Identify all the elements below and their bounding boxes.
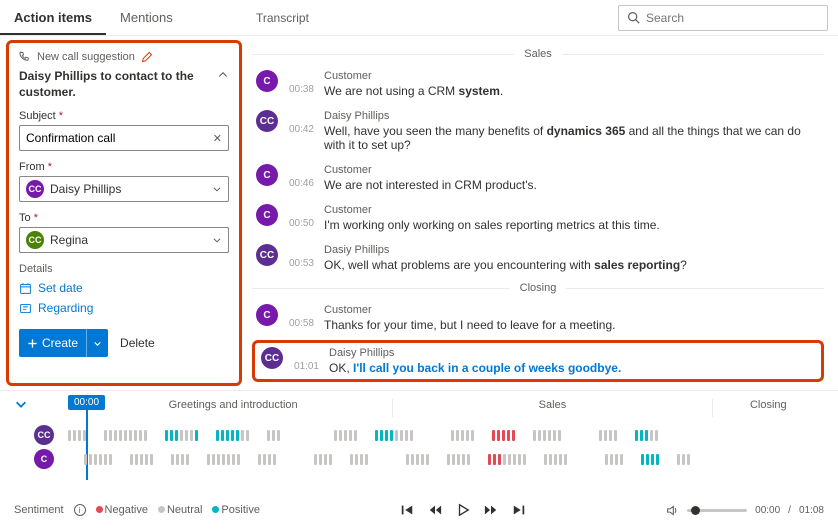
from-value: Daisy Phillips <box>50 182 121 196</box>
transcript-row[interactable]: C 00:38 Customer We are not using a CRM sys… <box>252 64 824 104</box>
msg-time: 00:50 <box>288 218 314 232</box>
regarding-icon <box>19 302 32 315</box>
msg-text: OK, I'll call you back in a couple of we… <box>329 361 815 375</box>
subject-input[interactable] <box>26 131 213 145</box>
tl-avatar-cust: C <box>34 449 54 469</box>
transcript-panel: Sales C 00:38 Customer We are not using a C… <box>248 36 838 390</box>
speaker-avatar: CC <box>261 347 283 369</box>
msg-text: We are not using a CRM system. <box>324 84 820 98</box>
delete-link[interactable]: Delete <box>120 336 155 350</box>
skip-fwd-icon[interactable] <box>512 503 526 517</box>
msg-time: 00:46 <box>288 178 314 192</box>
speaker-avatar: C <box>256 70 278 92</box>
msg-speaker: Customer <box>324 304 820 316</box>
speaker-avatar: CC <box>256 244 278 266</box>
subject-label: Subject * <box>19 110 229 122</box>
msg-text: We are not interested in CRM product's. <box>324 178 820 192</box>
subject-field[interactable]: ✕ <box>19 125 229 151</box>
tl-track-cust[interactable] <box>68 453 824 465</box>
tl-section: Greetings and introduction <box>74 399 392 417</box>
timeline: 00:00 Greetings and introduction Sales C… <box>0 390 838 490</box>
transcript-row[interactable]: CC 00:53 Dasiy Phillips OK, well what probl… <box>252 238 824 278</box>
tl-section: Closing <box>712 399 824 417</box>
volume-icon[interactable] <box>666 504 679 517</box>
search-icon <box>627 11 640 24</box>
msg-speaker: Customer <box>324 164 820 176</box>
msg-speaker: Daisy Phillips <box>329 347 815 359</box>
search-box[interactable] <box>618 5 828 31</box>
msg-time: 00:38 <box>288 84 314 98</box>
speaker-avatar: C <box>256 304 278 326</box>
transcript-row[interactable]: C 00:46 Customer We are not interested in C… <box>252 158 824 198</box>
transcript-row[interactable]: CC 00:42 Daisy Phillips Well, have you seen… <box>252 104 824 158</box>
from-field[interactable]: CC Daisy Phillips <box>19 176 229 202</box>
chevron-up-icon[interactable] <box>217 69 229 81</box>
msg-text: OK, well what problems are you encounter… <box>324 258 820 272</box>
from-label: From * <box>19 161 229 173</box>
to-value: Regina <box>50 233 88 247</box>
suggestion-label: New call suggestion <box>37 51 135 63</box>
msg-speaker: Customer <box>324 204 820 216</box>
calendar-icon <box>19 282 32 295</box>
info-icon[interactable]: i <box>74 504 86 516</box>
time-total: 01:08 <box>799 505 824 516</box>
create-split[interactable] <box>86 329 108 357</box>
speaker-avatar: C <box>256 164 278 186</box>
to-avatar: CC <box>26 231 44 249</box>
msg-time: 00:53 <box>288 258 314 272</box>
msg-speaker: Customer <box>324 70 820 82</box>
msg-speaker: Dasiy Phillips <box>324 244 820 256</box>
set-date-link[interactable]: Set date <box>19 281 229 295</box>
phone-icon <box>19 51 31 63</box>
tab-action-items[interactable]: Action items <box>0 0 106 35</box>
skip-back-icon[interactable] <box>400 503 414 517</box>
tl-section: Sales <box>392 399 711 417</box>
search-input[interactable] <box>646 11 819 25</box>
transcript-title: Transcript <box>256 11 309 25</box>
speaker-avatar: CC <box>256 110 278 132</box>
player-controls <box>400 503 526 517</box>
msg-time: 01:01 <box>293 361 319 375</box>
tl-avatar-rep: CC <box>34 425 54 445</box>
forward-icon[interactable] <box>484 503 498 517</box>
msg-text: Thanks for your time, but I need to leav… <box>324 318 820 332</box>
chevron-down-icon[interactable] <box>14 397 28 411</box>
to-label: To * <box>19 212 229 224</box>
edit-icon[interactable] <box>141 51 153 63</box>
footer: Sentiment i Negative Neutral Positive 00… <box>0 490 838 530</box>
speaker-avatar: C <box>256 204 278 226</box>
sentiment-legend: Sentiment i Negative Neutral Positive <box>14 504 260 516</box>
tl-track-rep[interactable] <box>68 429 824 441</box>
create-button[interactable]: Create <box>19 329 108 357</box>
volume-slider[interactable] <box>687 509 747 512</box>
section-sales: Sales <box>524 48 552 60</box>
details-label: Details <box>19 263 229 275</box>
action-items-panel: New call suggestion Daisy Phillips to co… <box>6 40 242 386</box>
msg-text: I'm working only working on sales report… <box>324 218 820 232</box>
msg-text: Well, have you seen the many benefits of… <box>324 124 820 152</box>
section-closing: Closing <box>520 282 557 294</box>
msg-time: 00:42 <box>288 124 314 152</box>
transcript-row[interactable]: C 00:58 Customer Thanks for your time, but … <box>252 298 824 338</box>
time-current: 00:00 <box>755 505 780 516</box>
msg-speaker: Daisy Phillips <box>324 110 820 122</box>
play-icon[interactable] <box>456 503 470 517</box>
task-title: Daisy Phillips to contact to the custome… <box>19 69 199 100</box>
regarding-link[interactable]: Regarding <box>19 301 229 315</box>
tab-mentions[interactable]: Mentions <box>106 0 187 35</box>
transcript-row[interactable]: CC 01:01 Daisy Phillips OK, I'll call you b… <box>252 340 824 382</box>
clear-icon[interactable]: ✕ <box>213 132 222 145</box>
transcript-row[interactable]: C 00:50 Customer I'm working only working o… <box>252 198 824 238</box>
rewind-icon[interactable] <box>428 503 442 517</box>
to-field[interactable]: CC Regina <box>19 227 229 253</box>
chevron-down-icon[interactable] <box>212 184 222 194</box>
msg-time: 00:58 <box>288 318 314 332</box>
chevron-down-icon[interactable] <box>212 235 222 245</box>
from-avatar: CC <box>26 180 44 198</box>
